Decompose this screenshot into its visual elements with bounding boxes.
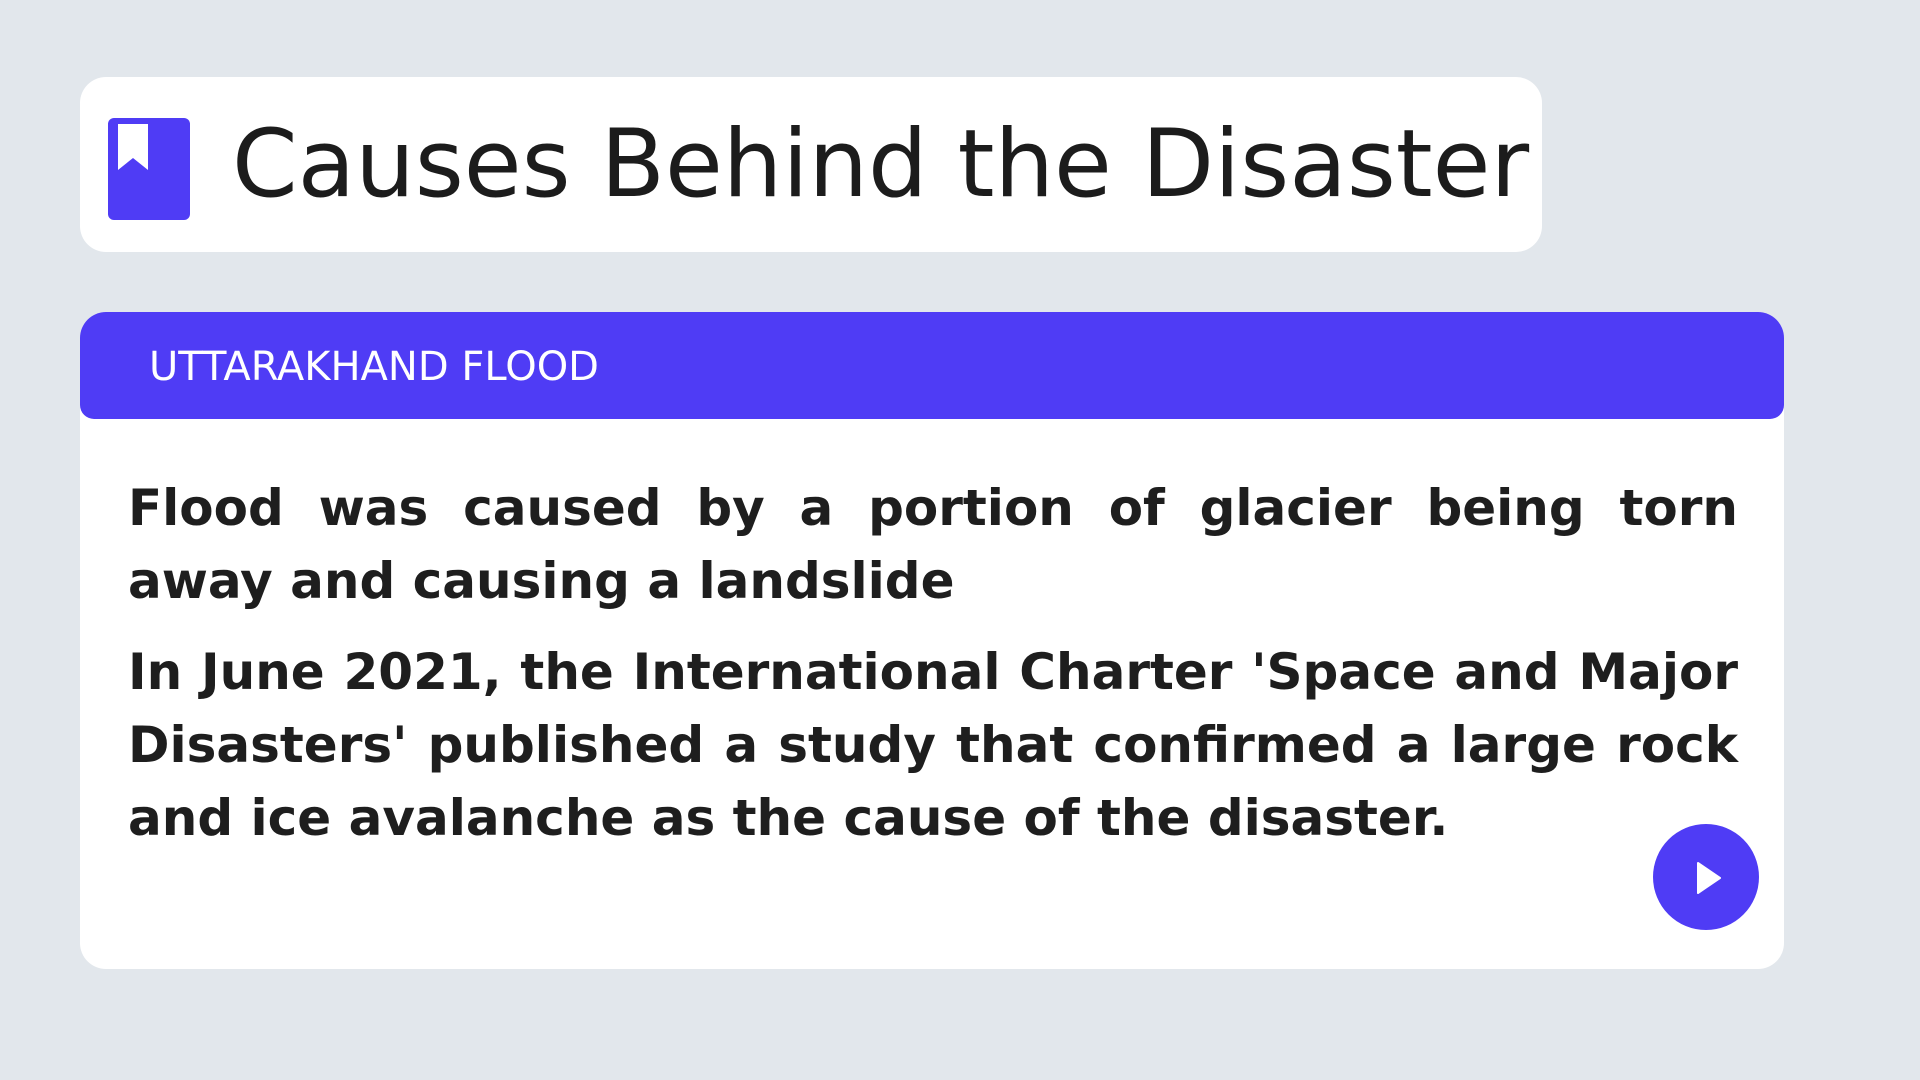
section-header: UTTARAKHAND FLOOD (80, 312, 1784, 419)
paragraph-2: In June 2021, the International Charter … (128, 643, 1738, 847)
play-button[interactable] (1653, 824, 1759, 930)
paragraph-1: Flood was caused by a portion of glacier… (128, 479, 1738, 610)
body-text: Flood was caused by a portion of glacier… (128, 472, 1738, 873)
section-label: UTTARAKHAND FLOOD (149, 344, 599, 390)
page-title: Causes Behind the Disaster (232, 110, 1530, 219)
content-card: UTTARAKHAND FLOOD Flood was caused by a … (80, 312, 1784, 969)
bookmark-icon (108, 118, 190, 220)
play-icon (1697, 862, 1721, 894)
title-card: Causes Behind the Disaster (80, 77, 1542, 252)
